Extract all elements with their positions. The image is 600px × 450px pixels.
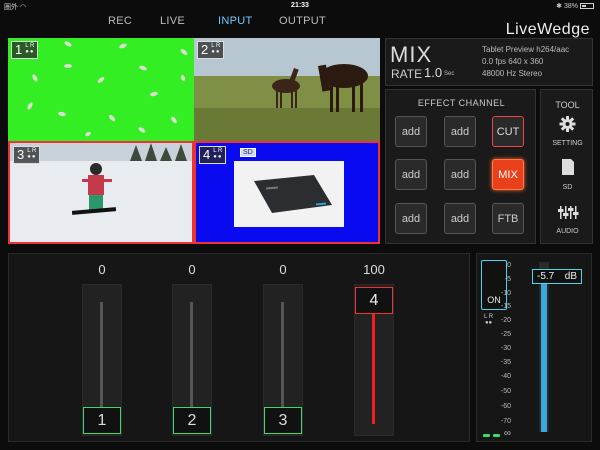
battery-indicator: ✱ 38%	[556, 2, 594, 10]
audio-meter-panel: ON L R ●● 0 -5 -10 -15 -20 -25 -30 -35 -…	[476, 253, 592, 442]
input-4-badge: 4 L R ●●	[199, 146, 227, 164]
transition-info-panel: MIX RATE 1.0 Sec Tablet Preview h264/aac…	[385, 38, 593, 86]
fader-2-knob[interactable]: 2	[173, 407, 211, 434]
gear-icon	[559, 116, 576, 132]
effect-add-button-5[interactable]: add	[395, 203, 427, 234]
db-tick: -5	[504, 276, 511, 283]
battery-label: ✱ 38%	[556, 3, 578, 10]
cut-button[interactable]: CUT	[492, 116, 524, 147]
ftb-button[interactable]: FTB	[492, 203, 524, 234]
preview-format: Tablet Preview h264/aac	[482, 45, 570, 54]
input-2-audio-dots: ●●	[211, 49, 221, 55]
db-tick: -20	[500, 317, 511, 324]
input-4-preview[interactable]: 4 L R ●● SD	[194, 141, 380, 244]
effect-channel-title: EFFECT CHANNEL	[417, 98, 506, 108]
fader-3-line	[281, 302, 284, 408]
db-tick: -40	[500, 373, 511, 380]
effect-add-button-3[interactable]: add	[395, 159, 427, 190]
fader-panel: 0 0 0 100 1 2 3 4	[8, 253, 470, 442]
rate-value[interactable]: 1.0	[424, 65, 442, 80]
db-tick: -70	[500, 418, 511, 425]
sd-label: SD	[562, 184, 573, 191]
effect-add-button-6[interactable]: add	[444, 203, 476, 234]
livewedge-app: 圏外 ◠ 21:33 ✱ 38% REC LIVE INPUT OUTPUT L…	[0, 0, 600, 450]
audio-label: AUDIO	[556, 228, 579, 235]
fader-1-knob[interactable]: 1	[83, 407, 121, 434]
fader-4-knob[interactable]: 4	[355, 287, 393, 314]
mixer-sliders-icon	[558, 206, 579, 219]
input-3-badge: 3 L R ●●	[13, 146, 41, 164]
input-2-preview[interactable]: 2 L R ●●	[194, 38, 380, 141]
mix-button[interactable]: MIX	[492, 159, 524, 190]
tab-output[interactable]: OUTPUT	[279, 15, 326, 27]
db-readout[interactable]: -5.7 dB	[532, 269, 582, 284]
input-3-number: 3	[17, 147, 25, 162]
input-2-badge: 2 L R ●●	[197, 41, 225, 59]
fader-4-level-line	[372, 314, 375, 424]
audio-meter-fill	[541, 284, 547, 432]
sd-card-icon	[562, 159, 574, 175]
db-value: -5.7	[537, 271, 555, 282]
fader-1-line	[100, 302, 103, 408]
tab-live[interactable]: LIVE	[160, 15, 185, 27]
input-preview-grid: 1 L R ●● 2 L R ●● 3 L R ●● 4 L R ●● SD	[8, 38, 380, 244]
fader-3-value: 0	[279, 262, 287, 277]
tab-input[interactable]: INPUT	[218, 15, 253, 27]
top-navigation: REC LIVE INPUT OUTPUT LiveWedge	[0, 11, 600, 40]
db-tick: -15	[500, 303, 511, 310]
effect-add-button-2[interactable]: add	[444, 116, 476, 147]
fader-3-knob[interactable]: 3	[264, 407, 302, 434]
db-tick: -10	[500, 290, 511, 297]
stream-info: Tablet Preview h264/aac 0.0 fps 640 x 36…	[482, 44, 569, 80]
brand-logo: LiveWedge	[505, 21, 590, 38]
db-tick: -50	[500, 388, 511, 395]
audio-meter-track[interactable]	[539, 262, 549, 432]
effect-channel-panel: EFFECT CHANNEL add add CUT add add MIX a…	[385, 89, 536, 244]
input-3-preview[interactable]: 3 L R ●●	[8, 141, 194, 244]
fader-2-line	[190, 302, 193, 408]
audio-led-r	[493, 434, 500, 437]
fader-4-value: 100	[363, 262, 385, 277]
db-tick: 0	[507, 262, 511, 269]
effect-add-button-1[interactable]: add	[395, 116, 427, 147]
clock: 21:33	[291, 2, 309, 9]
rate-label: RATE	[391, 67, 423, 81]
db-tick: -35	[500, 359, 511, 366]
input-4-number: 4	[203, 147, 211, 162]
input-1-number: 1	[15, 42, 23, 57]
rate-unit: Sec	[444, 71, 455, 77]
input-1-audio-dots: ●●	[25, 49, 35, 55]
status-bar: 圏外 ◠ 21:33 ✱ 38%	[0, 0, 600, 11]
db-unit: dB	[564, 271, 577, 282]
setting-label: SETTING	[552, 140, 583, 147]
tool-title: TOOL	[555, 100, 580, 110]
fader-1-value: 0	[98, 262, 106, 277]
audio-led-l	[483, 434, 490, 437]
battery-icon	[580, 3, 594, 9]
input-4-audio-dots: ●●	[213, 154, 223, 160]
tab-rec[interactable]: REC	[108, 15, 132, 27]
fps-resolution: 0.0 fps 640 x 360	[482, 57, 544, 66]
db-tick: -60	[500, 403, 511, 410]
tool-panel: TOOL SETTING SD AUDIO	[540, 89, 593, 244]
db-tick: -30	[500, 345, 511, 352]
input-1-badge: 1 L R ●●	[11, 41, 39, 59]
audio-format: 48000 Hz Stereo	[482, 69, 543, 78]
input-1-preview[interactable]: 1 L R ●●	[8, 38, 194, 141]
input-3-audio-dots: ●●	[27, 154, 37, 160]
fader-2-value: 0	[188, 262, 196, 277]
input-4-sd-tag: SD	[240, 148, 256, 157]
input-2-number: 2	[201, 42, 209, 57]
db-tick: -25	[500, 331, 511, 338]
effect-add-button-4[interactable]: add	[444, 159, 476, 190]
